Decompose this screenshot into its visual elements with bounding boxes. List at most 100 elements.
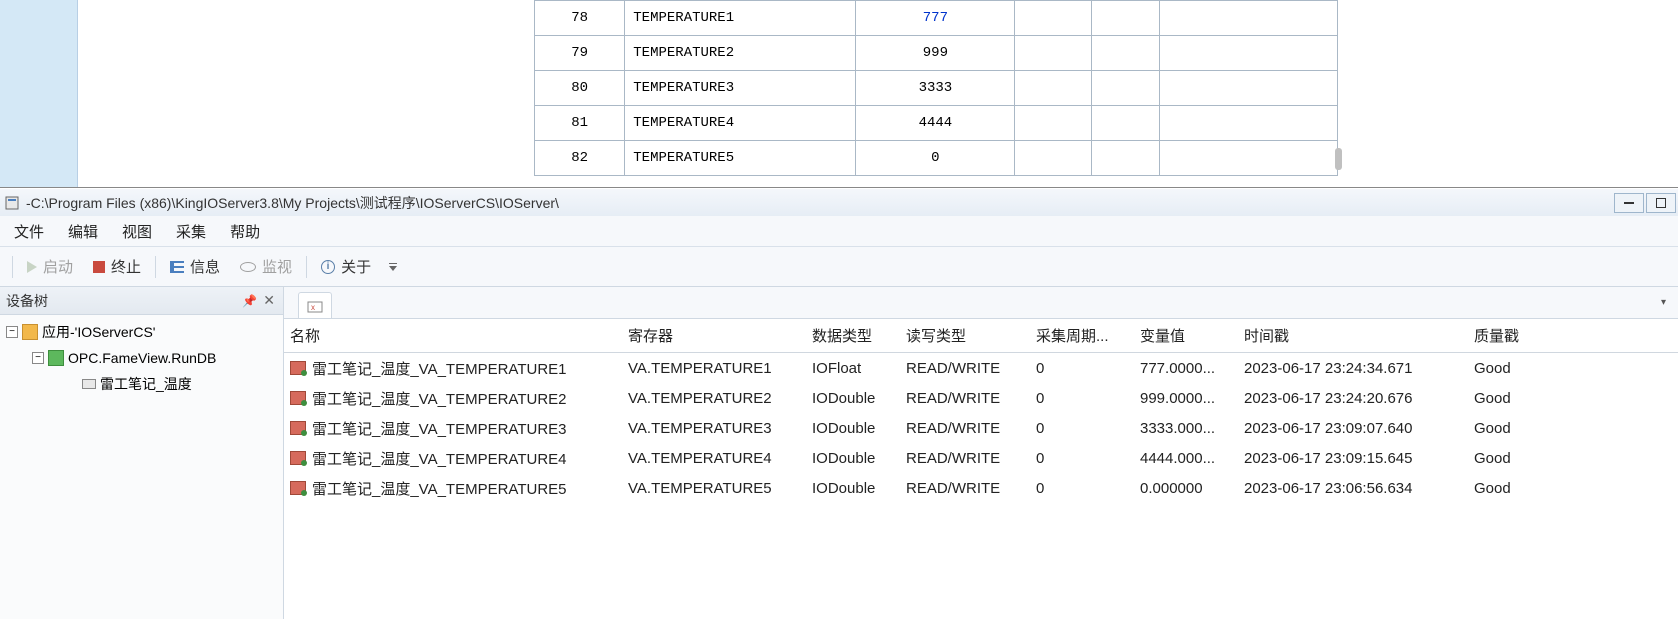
cell-id: 78: [535, 1, 625, 36]
cell-rw: READ/WRITE: [900, 480, 1030, 497]
about-button[interactable]: i 关于: [313, 253, 379, 280]
col-datatype[interactable]: 数据类型: [806, 325, 900, 346]
toolbar-separator: [12, 256, 13, 278]
pin-icon[interactable]: 📌: [242, 294, 257, 308]
upper-row-gutter: [0, 0, 78, 187]
monitor-button[interactable]: 监视: [232, 253, 300, 280]
toolbar-separator: [306, 256, 307, 278]
info-button[interactable]: 信息: [162, 253, 228, 280]
col-cycle[interactable]: 采集周期...: [1030, 325, 1134, 346]
tree-app-label: 应用-'IOServerCS': [42, 322, 155, 342]
upper-table-row[interactable]: 78TEMPERATURE1777: [535, 1, 1338, 36]
col-value[interactable]: 变量值: [1134, 325, 1238, 346]
cell-register: VA.TEMPERATURE2: [622, 390, 806, 407]
eye-icon: [240, 262, 256, 272]
upper-table-wrap: 78TEMPERATURE177779TEMPERATURE299980TEMP…: [534, 0, 1678, 187]
tab-device[interactable]: x: [298, 292, 332, 318]
grid-row[interactable]: 雷工笔记_温度_VA_TEMPERATURE3VA.TEMPERATURE3IO…: [284, 413, 1678, 443]
cell-name: TEMPERATURE1: [625, 1, 856, 36]
close-icon[interactable]: ✕: [261, 292, 277, 309]
cell-name: TEMPERATURE4: [625, 106, 856, 141]
col-quality[interactable]: 质量戳: [1468, 325, 1538, 346]
cell-quality: Good: [1468, 480, 1538, 497]
upper-scrollbar-thumb[interactable]: [1335, 148, 1342, 170]
window-titlebar[interactable]: -C:\Program Files (x86)\KingIOServer3.8\…: [0, 188, 1678, 216]
cell-register: VA.TEMPERATURE5: [622, 480, 806, 497]
cell-cycle: 0: [1030, 390, 1134, 407]
tree-node-opc[interactable]: − OPC.FameView.RunDB: [2, 345, 281, 371]
upper-table-row[interactable]: 82TEMPERATURE50: [535, 141, 1338, 176]
grid-row[interactable]: 雷工笔记_温度_VA_TEMPERATURE4VA.TEMPERATURE4IO…: [284, 443, 1678, 473]
cell-timestamp: 2023-06-17 23:06:56.634: [1238, 480, 1468, 497]
cell-quality: Good: [1468, 390, 1538, 407]
opc-icon: [48, 350, 64, 366]
cell-value[interactable]: 4444: [856, 106, 1015, 141]
upper-table-row[interactable]: 81TEMPERATURE44444: [535, 106, 1338, 141]
menu-view[interactable]: 视图: [122, 221, 152, 242]
cell-value: 0.000000: [1134, 480, 1238, 497]
cell-empty: [1092, 141, 1159, 176]
menu-edit[interactable]: 编辑: [68, 221, 98, 242]
cell-id: 79: [535, 36, 625, 71]
maximize-button[interactable]: [1646, 193, 1676, 213]
grid-row[interactable]: 雷工笔记_温度_VA_TEMPERATURE2VA.TEMPERATURE2IO…: [284, 383, 1678, 413]
tab-strip: x ▾: [284, 287, 1678, 319]
cell-empty: [1015, 141, 1092, 176]
tag-icon: [290, 391, 306, 405]
cell-id: 82: [535, 141, 625, 176]
data-grid: 名称 寄存器 数据类型 读写类型 采集周期... 变量值 时间戳 质量戳 雷工笔…: [284, 319, 1678, 619]
list-icon: [170, 261, 184, 273]
device-icon: [82, 379, 96, 389]
upper-panel: 78TEMPERATURE177779TEMPERATURE299980TEMP…: [0, 0, 1678, 188]
tag-icon: [290, 481, 306, 495]
cell-value[interactable]: 999: [856, 36, 1015, 71]
cell-empty: [1015, 1, 1092, 36]
toolbar-overflow-icon[interactable]: [387, 259, 399, 275]
cell-empty: [1159, 36, 1337, 71]
menu-help[interactable]: 帮助: [230, 221, 260, 242]
cell-register: VA.TEMPERATURE4: [622, 450, 806, 467]
upper-table-row[interactable]: 80TEMPERATURE33333: [535, 71, 1338, 106]
cell-datatype: IODouble: [806, 480, 900, 497]
cell-register: VA.TEMPERATURE3: [622, 420, 806, 437]
cell-empty: [1092, 36, 1159, 71]
cell-empty: [1092, 106, 1159, 141]
about-label: 关于: [341, 256, 371, 277]
minimize-button[interactable]: [1614, 193, 1644, 213]
tree-node-device[interactable]: 雷工笔记_温度: [2, 371, 281, 397]
cell-empty: [1092, 1, 1159, 36]
cell-id: 80: [535, 71, 625, 106]
cell-value[interactable]: 3333: [856, 71, 1015, 106]
cell-name: TEMPERATURE3: [625, 71, 856, 106]
cell-value[interactable]: 0: [856, 141, 1015, 176]
cell-quality: Good: [1468, 450, 1538, 467]
cell-datatype: IODouble: [806, 450, 900, 467]
tag-icon: [290, 451, 306, 465]
cell-empty: [1159, 106, 1337, 141]
menu-file[interactable]: 文件: [14, 221, 44, 242]
collapse-icon[interactable]: −: [6, 326, 18, 338]
stop-button[interactable]: 终止: [85, 253, 149, 280]
cell-name: TEMPERATURE2: [625, 36, 856, 71]
info-circle-icon: i: [321, 260, 335, 274]
grid-row[interactable]: 雷工笔记_温度_VA_TEMPERATURE1VA.TEMPERATURE1IO…: [284, 353, 1678, 383]
collapse-icon[interactable]: −: [32, 352, 44, 364]
cell-datatype: IODouble: [806, 390, 900, 407]
cell-value[interactable]: 777: [856, 1, 1015, 36]
upper-blank-area: [78, 0, 534, 187]
start-button[interactable]: 启动: [19, 253, 81, 280]
cell-value: 999.0000...: [1134, 390, 1238, 407]
upper-table-row[interactable]: 79TEMPERATURE2999: [535, 36, 1338, 71]
toolbar: 启动 终止 信息 监视 i 关于: [0, 247, 1678, 287]
col-register[interactable]: 寄存器: [622, 325, 806, 346]
menu-collect[interactable]: 采集: [176, 221, 206, 242]
grid-row[interactable]: 雷工笔记_温度_VA_TEMPERATURE5VA.TEMPERATURE5IO…: [284, 473, 1678, 503]
tree-node-app[interactable]: − 应用-'IOServerCS': [2, 319, 281, 345]
col-timestamp[interactable]: 时间戳: [1238, 325, 1468, 346]
col-rwtype[interactable]: 读写类型: [900, 325, 1030, 346]
cell-register: VA.TEMPERATURE1: [622, 360, 806, 377]
tab-menu-icon[interactable]: ▾: [1661, 297, 1666, 308]
cell-rw: READ/WRITE: [900, 390, 1030, 407]
stop-icon: [93, 261, 105, 273]
col-name[interactable]: 名称: [284, 325, 622, 346]
